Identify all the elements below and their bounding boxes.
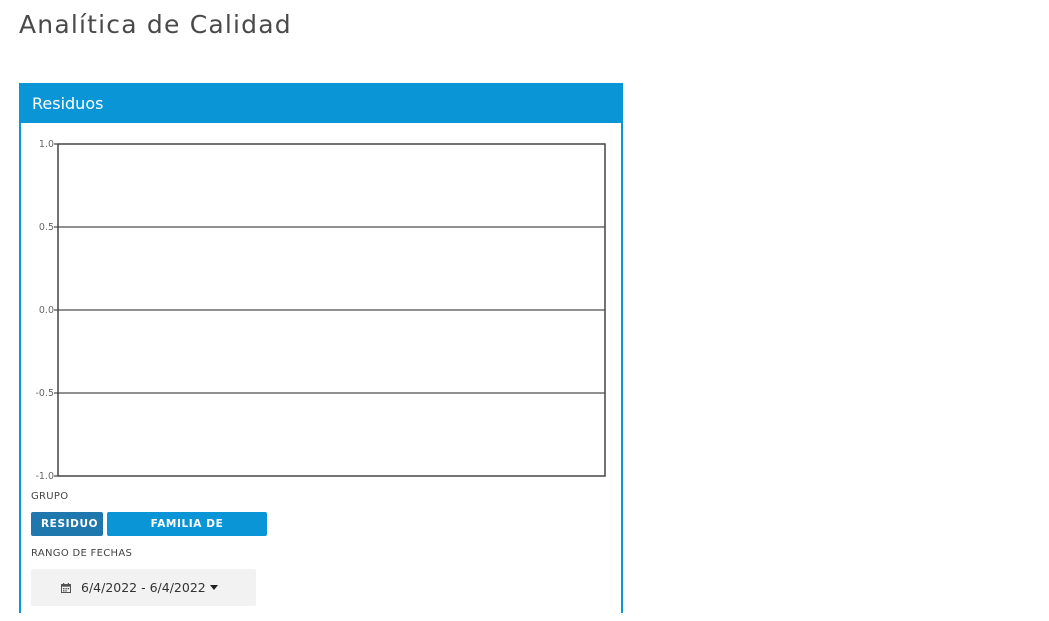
panel-title: Residuos bbox=[21, 85, 621, 123]
residuos-panel: Residuos 1.0 0.5 0.0 -0.5 -1.0 GRUPO RESIDUO… bbox=[19, 83, 623, 613]
caret-down-icon bbox=[209, 585, 218, 590]
date-range-label: RANGO DE FECHAS bbox=[31, 548, 133, 559]
page-title: Analítica de Calidad bbox=[19, 10, 292, 39]
familia-de-productos-button[interactable]: FAMILIA DE PRODUCTOS bbox=[107, 512, 267, 554]
y-tick-label: -0.5 bbox=[35, 388, 54, 399]
y-tick-label: -1.0 bbox=[35, 471, 54, 482]
y-tick-label: 0.0 bbox=[39, 305, 54, 316]
y-tick-label: 0.5 bbox=[39, 222, 54, 233]
calendar-icon bbox=[61, 583, 71, 593]
date-range-picker[interactable]: 6/4/2022 - 6/4/2022 bbox=[31, 569, 256, 606]
residuos-chart: 1.0 0.5 0.0 -0.5 -1.0 bbox=[21, 123, 621, 483]
residuo-button[interactable]: RESIDUO bbox=[31, 512, 103, 536]
group-label: GRUPO bbox=[31, 491, 69, 502]
y-tick-label: 1.0 bbox=[39, 139, 54, 150]
chart-svg: 1.0 0.5 0.0 -0.5 -1.0 bbox=[35, 139, 606, 482]
date-range-value: 6/4/2022 - 6/4/2022 bbox=[81, 580, 206, 595]
